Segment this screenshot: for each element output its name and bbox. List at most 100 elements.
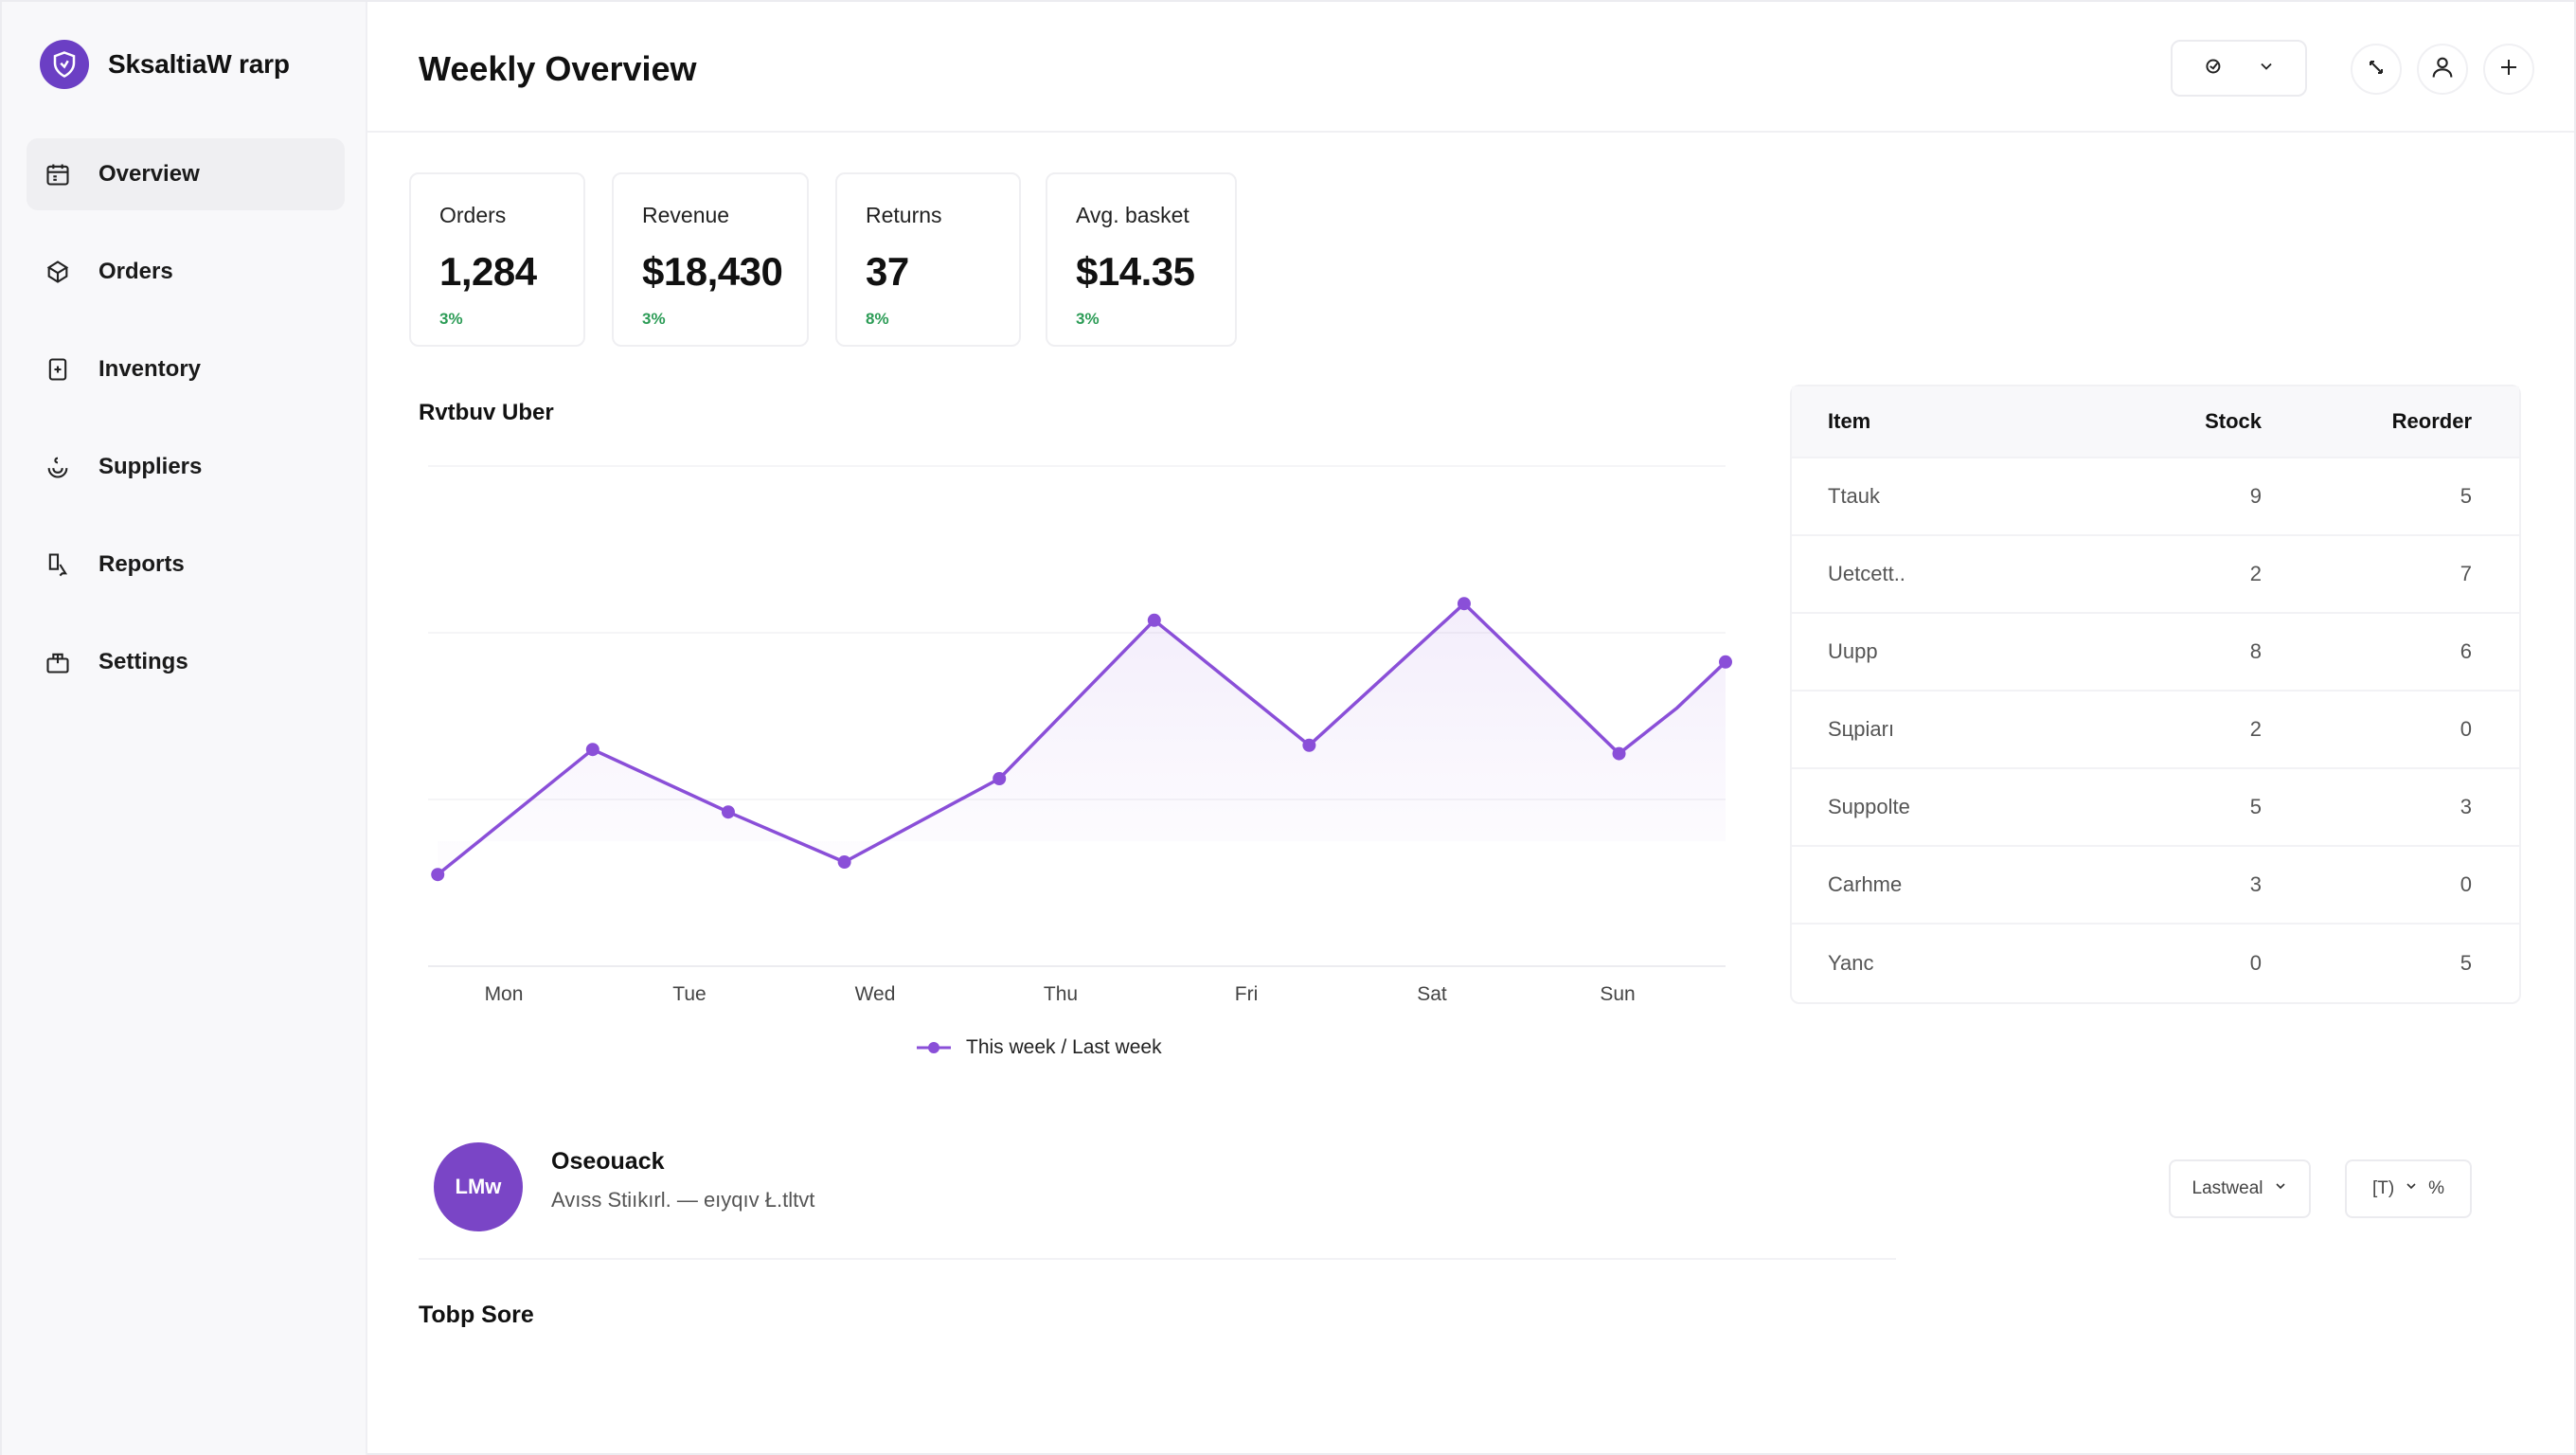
kpi-card-returns[interactable]: Returns 37 8% <box>835 172 1021 347</box>
kpi-value: 37 <box>866 249 909 294</box>
chevron-down-icon <box>2404 1178 2419 1199</box>
table-row[interactable]: Carhme 3 0 <box>1792 847 2519 925</box>
sidebar-item-label: Orders <box>98 259 173 284</box>
kpi-card-orders[interactable]: Orders 1,284 3% <box>409 172 585 347</box>
inventory-table: Item Stock Reorder Ttauk 9 5 Uetcett.. 2… <box>1790 385 2521 1004</box>
table-row[interactable]: Yanc 0 5 <box>1792 925 2519 1002</box>
chevron-down-icon <box>2257 57 2276 81</box>
page-header: Weekly Overview <box>367 2 2574 133</box>
user-button[interactable] <box>2417 44 2468 95</box>
chart-point[interactable] <box>721 805 735 819</box>
user-icon <box>2429 54 2456 85</box>
column-header-reorder[interactable]: Reorder <box>2262 409 2519 434</box>
cell-stock: 0 <box>2249 951 2262 975</box>
cell-item: Suppolte <box>1828 795 1910 818</box>
profile-subtitle: Avıss Stiıkırl. — eıyqıv Ł.tltvt <box>551 1188 815 1212</box>
cell-stock: 5 <box>2249 795 2262 818</box>
clipboard-icon <box>44 355 72 384</box>
chart-x-tick-label: Sun <box>1600 983 1635 1005</box>
workspace-select[interactable] <box>2171 40 2307 97</box>
app-window: SksaltiaW rarp Overview Orders Inventory <box>0 0 2576 1455</box>
cell-reorder: 5 <box>2460 951 2472 975</box>
kpi-delta: 3% <box>439 310 463 328</box>
shield-check-icon <box>2202 54 2227 83</box>
chart-title: Rvtbuv Uber <box>419 400 554 425</box>
chart-point[interactable] <box>993 772 1007 785</box>
sidebar-item-settings[interactable]: Settings <box>27 626 345 698</box>
sidebar-item-inventory[interactable]: Inventory <box>27 333 345 405</box>
cell-item: Uetcett.. <box>1828 562 1905 585</box>
document-pointer-icon <box>44 550 72 579</box>
cell-stock: 2 <box>2249 562 2262 585</box>
sidebar-item-suppliers[interactable]: Suppliers <box>27 431 345 503</box>
sidebar-nav: Overview Orders Inventory Suppliers Repo… <box>27 138 345 724</box>
chart-x-tick-label: Tue <box>672 983 706 1005</box>
sidebar-item-label: Suppliers <box>98 454 203 479</box>
chart-point[interactable] <box>837 855 851 869</box>
cell-item: Yanc <box>1828 951 1874 975</box>
kpi-label: Orders <box>439 203 507 227</box>
kpi-value: $18,430 <box>642 249 783 294</box>
sidebar-item-overview[interactable]: Overview <box>27 138 345 210</box>
kpi-delta: 3% <box>642 310 666 328</box>
kpi-label: Revenue <box>642 203 730 227</box>
view-select[interactable]: [Т) % <box>2345 1159 2472 1218</box>
sidebar-item-label: Inventory <box>98 356 202 382</box>
box-icon <box>44 258 72 286</box>
chart-point[interactable] <box>1719 655 1732 669</box>
chart-area-fill <box>438 603 1726 875</box>
cell-reorder: 3 <box>2460 795 2472 818</box>
weekly-line-chart: Mon Tue Wed Thu Fri Sat Sun <box>428 465 1732 1005</box>
chart-point[interactable] <box>585 743 599 757</box>
chart-x-tick-label: Fri <box>1235 983 1259 1005</box>
cell-reorder: 0 <box>2460 872 2472 896</box>
legend-line-marker <box>917 1042 951 1053</box>
expand-button[interactable] <box>2351 44 2402 95</box>
kpi-label: Avg. basket <box>1076 203 1190 227</box>
table-row[interactable]: Uetcett.. 2 7 <box>1792 536 2519 614</box>
chart-x-tick-label: Mon <box>485 983 524 1005</box>
column-header-item[interactable]: Item <box>1792 409 2110 434</box>
kpi-card-revenue[interactable]: Revenue $18,430 3% <box>612 172 809 347</box>
sidebar-item-reports[interactable]: Reports <box>27 529 345 601</box>
sidebar-item-label: Reports <box>98 551 185 577</box>
kpi-delta: 3% <box>1076 310 1100 328</box>
table-row[interactable]: Uupp 8 6 <box>1792 614 2519 692</box>
cell-stock: 8 <box>2249 639 2262 663</box>
page-title: Weekly Overview <box>419 49 697 88</box>
sidebar-item-orders[interactable]: Orders <box>27 236 345 308</box>
period-select[interactable]: Lastweal <box>2169 1159 2311 1218</box>
chart-point[interactable] <box>1612 746 1626 761</box>
chart-point[interactable] <box>431 868 445 882</box>
cell-item: Sцpiarı <box>1828 717 1895 741</box>
profile-name: Oseouack <box>551 1148 665 1175</box>
table-header-row: Item Stock Reorder <box>1792 386 2519 458</box>
add-button[interactable] <box>2483 44 2534 95</box>
brand-name: SksaltiaW rarp <box>108 49 290 79</box>
chart-point[interactable] <box>1147 613 1161 627</box>
kpi-delta: 8% <box>866 310 889 328</box>
handshake-icon <box>44 453 72 481</box>
plus-icon <box>2497 56 2520 83</box>
column-header-stock[interactable]: Stock <box>2110 409 2262 434</box>
avatar[interactable]: LMw <box>434 1142 523 1231</box>
kpi-card-avg-basket[interactable]: Avg. basket $14.35 3% <box>1046 172 1237 347</box>
table-row[interactable]: Ttauk 9 5 <box>1792 458 2519 536</box>
cell-reorder: 5 <box>2460 484 2472 508</box>
sidebar: SksaltiaW rarp Overview Orders Inventory <box>2 2 367 1455</box>
chart-x-tick-label: Sat <box>1417 983 1447 1005</box>
table-row[interactable]: Sцpiarı 2 0 <box>1792 692 2519 769</box>
kpi-label: Returns <box>866 203 942 227</box>
chart-legend[interactable]: This week / Last week <box>915 1036 1162 1059</box>
kpi-value: $14.35 <box>1076 249 1195 294</box>
shield-logo-icon <box>40 40 89 89</box>
brand[interactable]: SksaltiaW rarp <box>40 36 290 93</box>
chart-point[interactable] <box>1457 597 1471 611</box>
chart-point[interactable] <box>1302 738 1316 752</box>
cell-stock: 2 <box>2249 717 2262 741</box>
calendar-icon <box>44 160 72 189</box>
table-row[interactable]: Suppolte 5 3 <box>1792 769 2519 847</box>
kpi-value: 1,284 <box>439 249 537 294</box>
chart-x-tick-label: Wed <box>855 983 896 1005</box>
view-select-value: [Т) <box>2371 1178 2395 1198</box>
